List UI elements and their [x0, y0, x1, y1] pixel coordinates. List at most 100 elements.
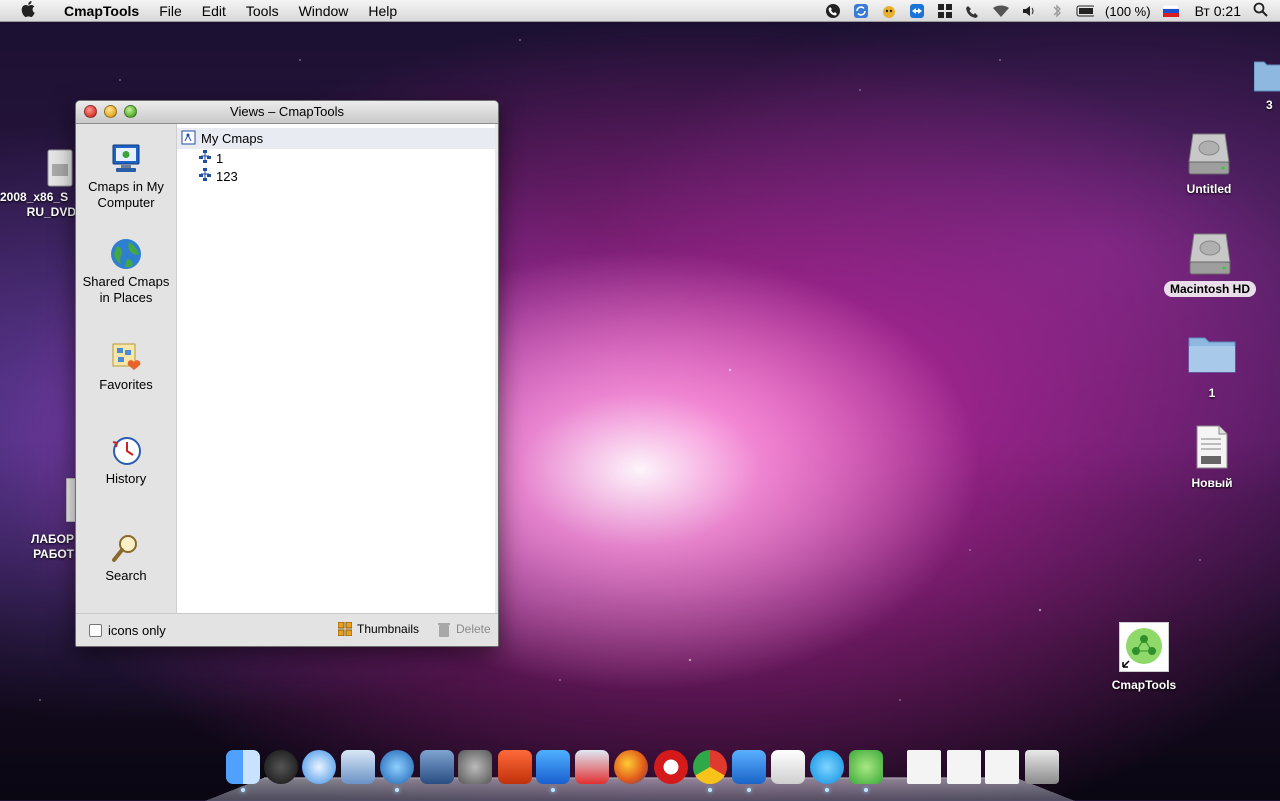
volume-icon[interactable]	[1020, 3, 1038, 19]
dock-teamviewer-icon[interactable]	[732, 750, 766, 792]
hard-drive-icon	[1187, 130, 1231, 178]
cmaptools-alias-icon	[1119, 622, 1169, 672]
sidebar-item-cmaps-in-my-computer[interactable]: Cmaps in My Computer	[76, 142, 176, 211]
dock-cmaptools-icon[interactable]	[849, 750, 883, 792]
dock-document-1-icon[interactable]	[907, 750, 941, 784]
dock-word-icon[interactable]	[536, 750, 570, 792]
icons-only-checkbox[interactable]	[89, 623, 102, 637]
dock-finder-icon[interactable]	[226, 750, 260, 792]
dock-parallels-icon[interactable]	[575, 750, 609, 784]
wifi-icon[interactable]	[992, 3, 1010, 19]
delete-label: Delete	[456, 622, 491, 636]
tree-item-label: My Cmaps	[201, 131, 264, 146]
dock-textedit-icon[interactable]	[771, 750, 805, 784]
growl-status-icon[interactable]	[880, 3, 898, 19]
desktop-item-label: РАБОТ	[33, 547, 74, 561]
clock-icon	[109, 434, 143, 468]
thumbnails-icon	[337, 621, 353, 637]
sidebar-item-favorites[interactable]: Favorites	[76, 340, 176, 393]
menu-help[interactable]: Help	[358, 3, 407, 19]
menu-edit[interactable]: Edit	[192, 3, 236, 19]
cmaps-folder-icon	[181, 130, 196, 148]
minimize-button[interactable]	[104, 105, 117, 118]
dock-document-3-icon[interactable]	[985, 750, 1019, 784]
desktop-item-label: Macintosh HD	[1163, 281, 1256, 297]
sidebar-item-search[interactable]: Search	[76, 531, 176, 584]
desktop-item-macintosh-hd[interactable]: Macintosh HD	[1160, 232, 1260, 297]
battery-icon[interactable]	[1076, 3, 1095, 19]
dock-skype-icon[interactable]	[810, 750, 844, 792]
dock-itunes-icon[interactable]	[380, 750, 414, 792]
cmaps-tree-panel: My Cmaps 1 123	[176, 124, 495, 614]
dock-trash-icon[interactable]	[1025, 750, 1059, 784]
thumbnails-button[interactable]: Thumbnails	[337, 621, 420, 637]
dock-document-2-icon[interactable]	[947, 750, 981, 784]
window-title: Views – CmapTools	[230, 104, 344, 119]
menu-file[interactable]: File	[149, 3, 192, 19]
dock-powerpoint-icon[interactable]	[498, 750, 532, 784]
sync-status-icon[interactable]	[852, 3, 870, 19]
views-window: Views – CmapTools Cmaps in My Computer S…	[75, 100, 499, 647]
sidebar-item-history[interactable]: History	[76, 434, 176, 487]
desktop-item-label: 3	[1266, 98, 1273, 112]
desktop-item-label: Untitled	[1186, 182, 1232, 196]
menu-app-name[interactable]: CmapTools	[54, 3, 149, 19]
dock-firefox-icon[interactable]	[614, 750, 648, 784]
tree-item-label: 1	[216, 150, 224, 166]
phone-status-icon[interactable]	[824, 3, 842, 19]
cmap-icon	[199, 150, 211, 166]
sidebar-item-shared-cmaps[interactable]: Shared Cmaps in Places	[76, 237, 176, 306]
delete-button[interactable]: Delete	[438, 622, 491, 637]
menu-tools[interactable]: Tools	[236, 3, 289, 19]
tree-item-cmap-1[interactable]: 1	[177, 149, 495, 167]
thumbnails-label: Thumbnails	[357, 622, 420, 636]
dock-chrome-icon[interactable]	[693, 750, 727, 792]
favorites-icon	[109, 340, 143, 374]
teamviewer-status-icon[interactable]	[908, 3, 926, 19]
dock-safari-icon[interactable]	[302, 750, 336, 784]
desktop-item-label: 2008_x86_S	[0, 190, 69, 204]
desktop-item-rtfd[interactable]: Новый	[1182, 424, 1242, 491]
dock-mail-icon[interactable]	[341, 750, 375, 784]
tree-item-cmap-123[interactable]: 123	[177, 167, 495, 185]
zoom-button[interactable]	[124, 105, 137, 118]
menubar-clock[interactable]: Вт 0:21	[1195, 3, 1241, 19]
dock-system-preferences-icon[interactable]	[458, 750, 492, 784]
dock-opera-icon[interactable]	[654, 750, 688, 784]
desktop-item-cmaptools-alias[interactable]: CmapTools	[1104, 622, 1184, 693]
dock-dashboard-icon[interactable]	[264, 750, 298, 784]
sidebar-item-label: Cmaps in My Computer	[88, 179, 164, 210]
input-language-flag-icon[interactable]	[1162, 3, 1180, 19]
battery-percent[interactable]: (100 %)	[1105, 4, 1151, 19]
cmap-icon	[199, 168, 211, 184]
window-titlebar[interactable]: Views – CmapTools	[76, 101, 498, 124]
close-button[interactable]	[84, 105, 97, 118]
rtfd-document-icon	[1195, 424, 1229, 470]
spaces-status-icon[interactable]	[936, 3, 954, 19]
phone-signal-icon[interactable]	[964, 3, 982, 19]
apple-menu-icon[interactable]	[18, 0, 38, 21]
desktop-item-document[interactable]: ЛАБОР РАБОТ	[0, 477, 80, 562]
desktop-item-folder-3[interactable]: 3	[1250, 56, 1280, 113]
desktop-item-label: CmapTools	[1111, 678, 1177, 692]
window-bottom-bar: icons only Thumbnails Delete	[76, 613, 498, 646]
desktop-item-label: ЛАБОР	[30, 532, 74, 546]
icons-only-label[interactable]: icons only	[108, 623, 166, 638]
desktop-item-untitled-drive[interactable]: Untitled	[1170, 130, 1248, 197]
desktop-item-folder-1[interactable]: 1	[1182, 334, 1242, 401]
views-sidebar: Cmaps in My Computer Shared Cmaps in Pla…	[76, 124, 176, 614]
dock-expose-icon[interactable]	[420, 750, 454, 784]
sidebar-item-label: History	[105, 471, 147, 486]
sidebar-item-label: Search	[105, 568, 147, 583]
desktop-item-dvd-image[interactable]: 2008_x86_S RU_DVD	[0, 148, 80, 220]
bluetooth-icon[interactable]	[1048, 3, 1066, 19]
sidebar-item-label: Favorites	[99, 377, 153, 392]
desktop-item-label: RU_DVD	[26, 205, 76, 219]
tree-item-my-cmaps[interactable]: My Cmaps	[177, 128, 495, 149]
folder-icon	[1188, 334, 1236, 374]
folder-icon	[1253, 56, 1280, 98]
menu-window[interactable]: Window	[289, 3, 359, 19]
sidebar-item-label: Shared Cmaps in Places	[82, 274, 170, 305]
spotlight-search-icon[interactable]	[1253, 2, 1268, 20]
menu-bar: CmapTools File Edit Tools Window Help (1…	[0, 0, 1280, 22]
